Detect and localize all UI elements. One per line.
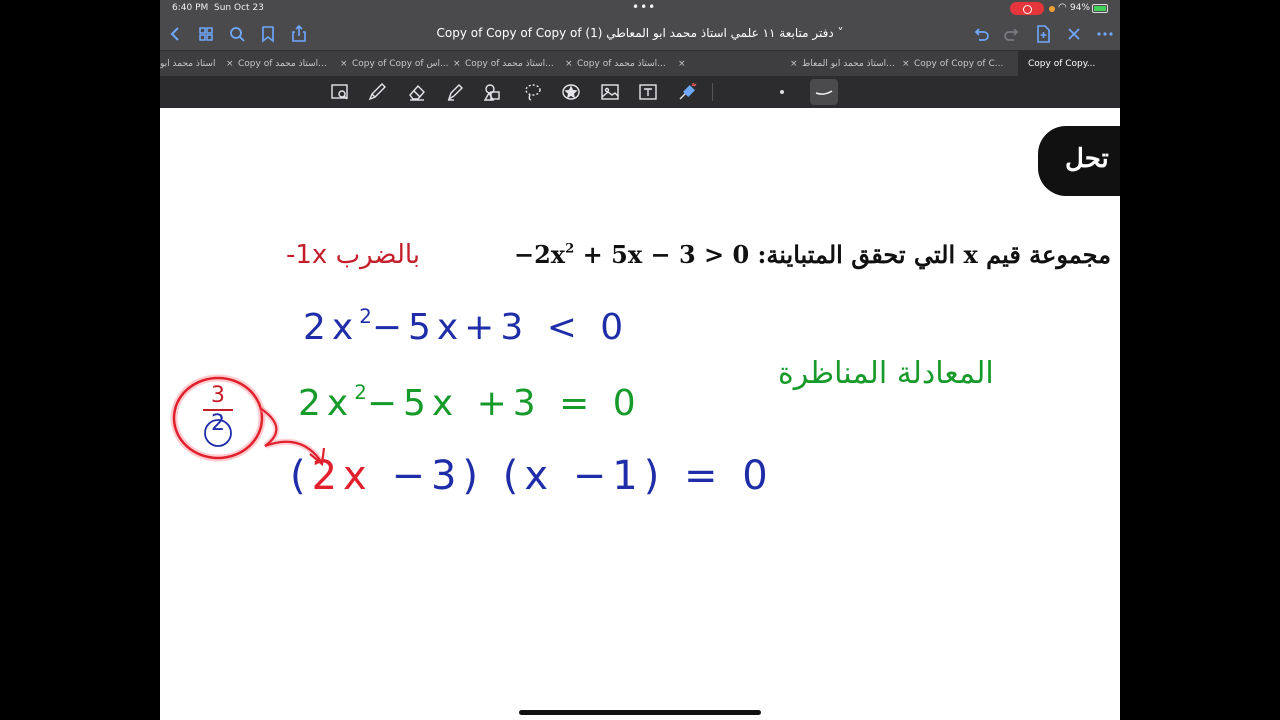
tab-7[interactable]: × Copy of Copy of C... [902, 51, 1014, 77]
handwritten-line-2: 2x2−5x +3 = 0 [298, 381, 642, 424]
eraser-icon[interactable] [406, 81, 428, 103]
toolbar-separator [712, 83, 713, 101]
mic-indicator-icon [1049, 6, 1055, 12]
lasso-select-icon[interactable] [329, 81, 351, 103]
tab-label: Copy of Copy of C... [914, 59, 1004, 69]
redo-icon[interactable] [1002, 24, 1022, 44]
stroke-curve-option[interactable] [810, 79, 838, 105]
lasso-icon[interactable] [522, 81, 544, 103]
fraction-annotation: 3 2 [198, 384, 238, 436]
tab-6[interactable]: × استاذ محمد ابو المعاط... [790, 51, 902, 77]
tab-label: استاذ محمد ابو المعاط... [802, 59, 895, 69]
tab-5[interactable]: × Copy of استاذ محمد... [565, 51, 677, 77]
problem-equation: −2x2 + 5x − 3 > 0 [514, 240, 749, 269]
section-header-text: تحل [1065, 144, 1109, 174]
shapes-icon[interactable] [482, 81, 504, 103]
screen-record-icon[interactable] [1010, 2, 1044, 15]
line1-term: 2x [303, 306, 360, 348]
problem-text: مجموعة قيم x التي تحقق المتباينة: [757, 240, 1111, 269]
home-indicator[interactable] [519, 710, 761, 715]
battery-percent: 94% [1070, 3, 1091, 13]
close-tab-icon[interactable]: × [790, 51, 802, 77]
line1-exponent: 2 [359, 305, 372, 328]
pen-icon[interactable] [366, 81, 388, 103]
red-note-arabic: بالضرب [335, 240, 421, 270]
close-tab-icon[interactable]: × [453, 51, 465, 77]
line1-rest: −5x+3 < 0 [371, 306, 630, 348]
close-icon[interactable] [1064, 24, 1084, 44]
red-note-math: -1x [286, 240, 328, 270]
tab-close-extra[interactable]: × [678, 51, 688, 77]
close-tab-icon[interactable]: × [678, 51, 688, 77]
tab-8-active[interactable]: Copy of Copy... [1018, 51, 1120, 77]
close-tab-icon[interactable]: × [565, 51, 577, 77]
sticker-icon[interactable] [560, 81, 582, 103]
status-bar: 6:40 PM Sun Oct 23 ••• ◠ 94% [160, 0, 1120, 18]
status-date: Sun Oct 23 [214, 3, 264, 13]
grid-view-icon[interactable] [196, 24, 216, 44]
eq-exponent: 2 [565, 241, 575, 257]
more-icon[interactable] [1095, 24, 1115, 44]
tab-2[interactable]: × Copy of استاذ محمد... [226, 51, 338, 77]
status-time: 6:40 PM [172, 3, 209, 13]
tab-label: استاذ محمد ابو [160, 59, 216, 69]
fraction-numerator: 3 [211, 383, 225, 408]
red-note: -1x بالضرب [286, 240, 420, 270]
tab-4[interactable]: × Copy of استاذ محمد... [453, 51, 565, 77]
multitask-dots-icon[interactable]: ••• [632, 0, 656, 14]
image-icon[interactable] [599, 81, 621, 103]
tab-label: Copy of استاذ محمد... [465, 59, 554, 69]
tab-1[interactable]: استاذ محمد ابو [160, 51, 224, 77]
add-page-icon[interactable] [1033, 24, 1053, 44]
line3-rest: −3) (x −1) = 0 [372, 453, 774, 499]
wifi-icon: ◠ [1058, 2, 1067, 13]
close-tab-icon[interactable]: × [340, 51, 352, 77]
laser-pointer-icon[interactable] [676, 81, 698, 103]
handwritten-line-3: (2x −3) (x −1) = 0 [290, 453, 774, 499]
battery-icon [1092, 4, 1108, 13]
document-tabs: استاذ محمد ابو × Copy of استاذ محمد... × C… [160, 50, 1120, 77]
close-tab-icon[interactable]: × [226, 51, 238, 77]
line2-exponent: 2 [354, 381, 367, 404]
bookmark-icon[interactable] [258, 24, 278, 44]
green-note: المعادلة المناظرة [778, 356, 994, 391]
tab-3[interactable]: × Copy of Copy of اس... [340, 51, 452, 77]
handwritten-line-1: 2x2−5x+3 < 0 [303, 305, 629, 348]
problem-statement: مجموعة قيم x التي تحقق المتباينة: −2x2 +… [514, 240, 1120, 269]
share-icon[interactable] [289, 24, 309, 44]
line2-rest: −5x +3 = 0 [366, 382, 642, 424]
tools-bar [160, 76, 1120, 108]
highlighter-icon[interactable] [444, 81, 466, 103]
ipad-screen: 6:40 PM Sun Oct 23 ••• ◠ 94% Copy of Cop… [160, 0, 1120, 720]
line2-term: 2x [298, 382, 355, 424]
back-chevron-icon[interactable] [166, 24, 186, 44]
line3-paren: ( [290, 453, 312, 499]
green-note-underline [780, 396, 986, 400]
tab-label: Copy of استاذ محمد... [238, 59, 327, 69]
line3-highlight: 2x [311, 453, 373, 499]
search-icon[interactable] [227, 24, 247, 44]
document-title[interactable]: Copy of Copy of Copy of (1) دفتر متابعة … [380, 26, 900, 40]
top-toolbar: Copy of Copy of Copy of (1) دفتر متابعة … [160, 18, 1120, 50]
close-tab-icon[interactable]: × [902, 51, 914, 77]
text-tool-icon[interactable] [637, 81, 659, 103]
eq-left: −2x [514, 240, 566, 269]
stroke-dot-option[interactable] [780, 90, 784, 94]
eq-right: + 5x − 3 > 0 [574, 240, 750, 269]
tab-label: Copy of استاذ محمد... [577, 59, 666, 69]
undo-icon[interactable] [971, 24, 991, 44]
tab-label: Copy of Copy... [1028, 59, 1096, 69]
note-canvas[interactable]: تحل مجموعة قيم x التي تحقق المتباينة: −2… [160, 108, 1120, 720]
tab-label: Copy of Copy of اس... [352, 59, 449, 69]
fraction-denominator: 2 [211, 411, 225, 436]
